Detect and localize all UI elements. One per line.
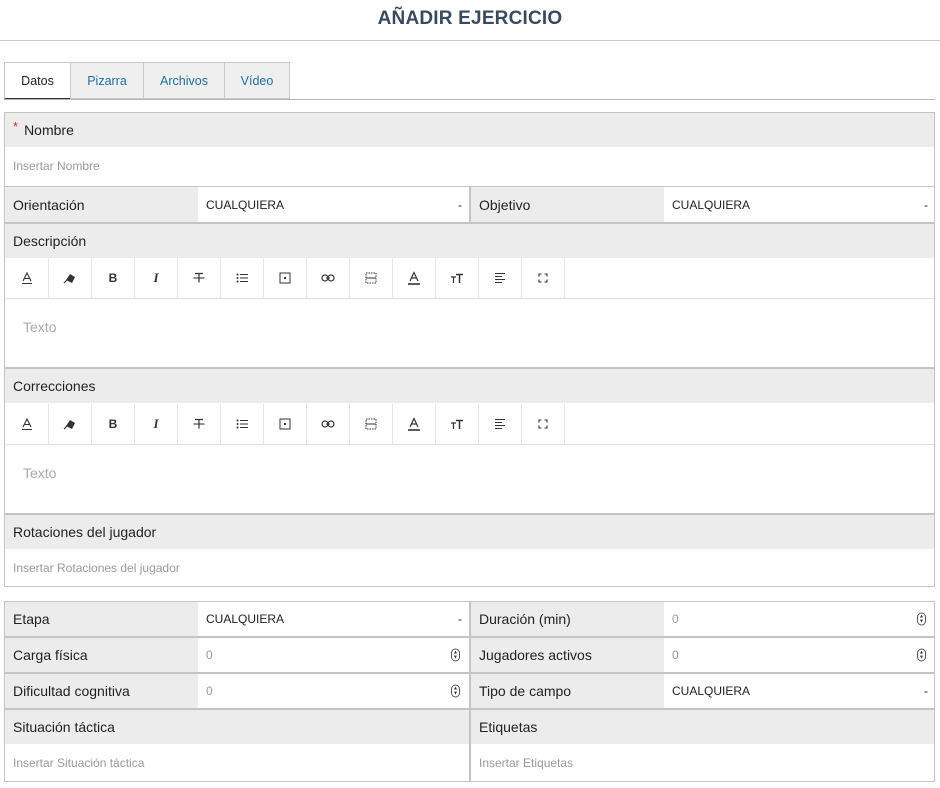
text-color-icon[interactable] — [6, 258, 49, 298]
duracion-label: Duración (min) — [471, 602, 664, 636]
objetivo-label: Objetivo — [471, 187, 664, 222]
text-color-icon[interactable] — [6, 404, 49, 444]
orientacion-label: Orientación — [5, 187, 198, 222]
carga-value: 0 — [206, 648, 213, 662]
dropdown-caret-icon: - — [458, 612, 462, 626]
font-color-icon[interactable] — [393, 258, 436, 298]
objetivo-select[interactable]: CUALQUIERA - — [664, 187, 934, 222]
tipo-campo-select[interactable]: CUALQUIERA - — [664, 674, 934, 708]
rotaciones-input[interactable]: Insertar Rotaciones del jugador — [5, 549, 934, 586]
nombre-label-text: Nombre — [24, 122, 74, 138]
highlight-icon[interactable] — [49, 258, 92, 298]
duracion-input[interactable]: 0 ▲ ▼ — [664, 602, 934, 636]
align-icon[interactable] — [479, 404, 522, 444]
fullscreen-icon[interactable] — [522, 404, 565, 444]
bold-icon[interactable]: B — [92, 258, 135, 298]
tab-divider — [4, 99, 935, 100]
bullet-list-icon[interactable] — [221, 404, 264, 444]
grid-icon[interactable] — [350, 258, 393, 298]
bold-icon[interactable]: B — [92, 404, 135, 444]
descripcion-editor[interactable]: Texto — [23, 319, 56, 335]
tab-video[interactable]: Vídeo — [224, 62, 290, 99]
font-size-icon[interactable] — [436, 404, 479, 444]
tipo-campo-label: Tipo de campo — [471, 674, 664, 708]
align-icon[interactable] — [479, 258, 522, 298]
nombre-input[interactable]: Insertar Nombre — [5, 147, 934, 185]
dificultad-input[interactable]: 0 ▲ ▼ — [198, 674, 468, 708]
rotaciones-label: Rotaciones del jugador — [5, 515, 934, 549]
etapa-label: Etapa — [5, 602, 198, 636]
dropdown-caret-icon: - — [924, 197, 928, 212]
tab-archivos[interactable]: Archivos — [143, 62, 225, 99]
table-icon[interactable] — [264, 258, 307, 298]
descripcion-label: Descripción — [5, 224, 934, 258]
spinner-icon[interactable]: ▲ ▼ — [451, 648, 460, 662]
dificultad-value: 0 — [206, 684, 213, 698]
objetivo-value: CUALQUIERA — [672, 197, 751, 212]
strikethrough-icon[interactable] — [178, 258, 221, 298]
jugadores-value: 0 — [672, 648, 679, 662]
grid-icon[interactable] — [350, 404, 393, 444]
title-bar: AÑADIR EJERCICIO — [0, 0, 940, 41]
strikethrough-icon[interactable] — [178, 404, 221, 444]
carga-label: Carga física — [5, 638, 198, 672]
jugadores-label: Jugadores activos — [471, 638, 664, 672]
bullet-list-icon[interactable] — [221, 258, 264, 298]
link-icon[interactable] — [307, 258, 350, 298]
carga-input[interactable]: 0 ▲ ▼ — [198, 638, 468, 672]
italic-icon[interactable]: I — [135, 258, 178, 298]
tipo-campo-value: CUALQUIERA — [672, 684, 751, 698]
etiquetas-input[interactable]: Insertar Etiquetas — [471, 744, 934, 781]
highlight-icon[interactable] — [49, 404, 92, 444]
orientacion-value: CUALQUIERA — [206, 197, 285, 212]
orientacion-select[interactable]: CUALQUIERA - — [198, 187, 468, 222]
etapa-value: CUALQUIERA — [206, 612, 285, 626]
descripcion-toolbar: B I — [6, 258, 934, 299]
required-marker: * — [13, 118, 19, 134]
tab-datos[interactable]: Datos — [4, 62, 71, 100]
fullscreen-icon[interactable] — [522, 258, 565, 298]
spinner-icon[interactable]: ▲ ▼ — [451, 684, 460, 698]
dropdown-caret-icon: - — [924, 684, 928, 698]
link-icon[interactable] — [307, 404, 350, 444]
italic-icon[interactable]: I — [135, 404, 178, 444]
etapa-select[interactable]: CUALQUIERA - — [198, 602, 468, 636]
nombre-label: * Nombre — [5, 113, 934, 147]
spinner-icon[interactable]: ▲ ▼ — [917, 648, 926, 662]
dropdown-caret-icon: - — [458, 197, 462, 212]
page-title: AÑADIR EJERCICIO — [377, 8, 563, 29]
situacion-input[interactable]: Insertar Situación táctica — [5, 744, 469, 781]
duracion-value: 0 — [672, 612, 679, 626]
etiquetas-label: Etiquetas — [471, 710, 934, 744]
font-size-icon[interactable] — [436, 258, 479, 298]
table-icon[interactable] — [264, 404, 307, 444]
tab-pizarra[interactable]: Pizarra — [70, 62, 144, 99]
tab-bar: Datos Pizarra Archivos Vídeo — [4, 62, 935, 100]
jugadores-input[interactable]: 0 ▲ ▼ — [664, 638, 934, 672]
correcciones-toolbar: B I — [6, 404, 934, 445]
correcciones-label: Correcciones — [5, 369, 934, 403]
font-color-icon[interactable] — [393, 404, 436, 444]
situacion-label: Situación táctica — [5, 710, 469, 744]
spinner-icon[interactable]: ▲ ▼ — [917, 612, 926, 626]
dificultad-label: Dificultad cognitiva — [5, 674, 198, 708]
correcciones-editor[interactable]: Texto — [23, 465, 56, 481]
